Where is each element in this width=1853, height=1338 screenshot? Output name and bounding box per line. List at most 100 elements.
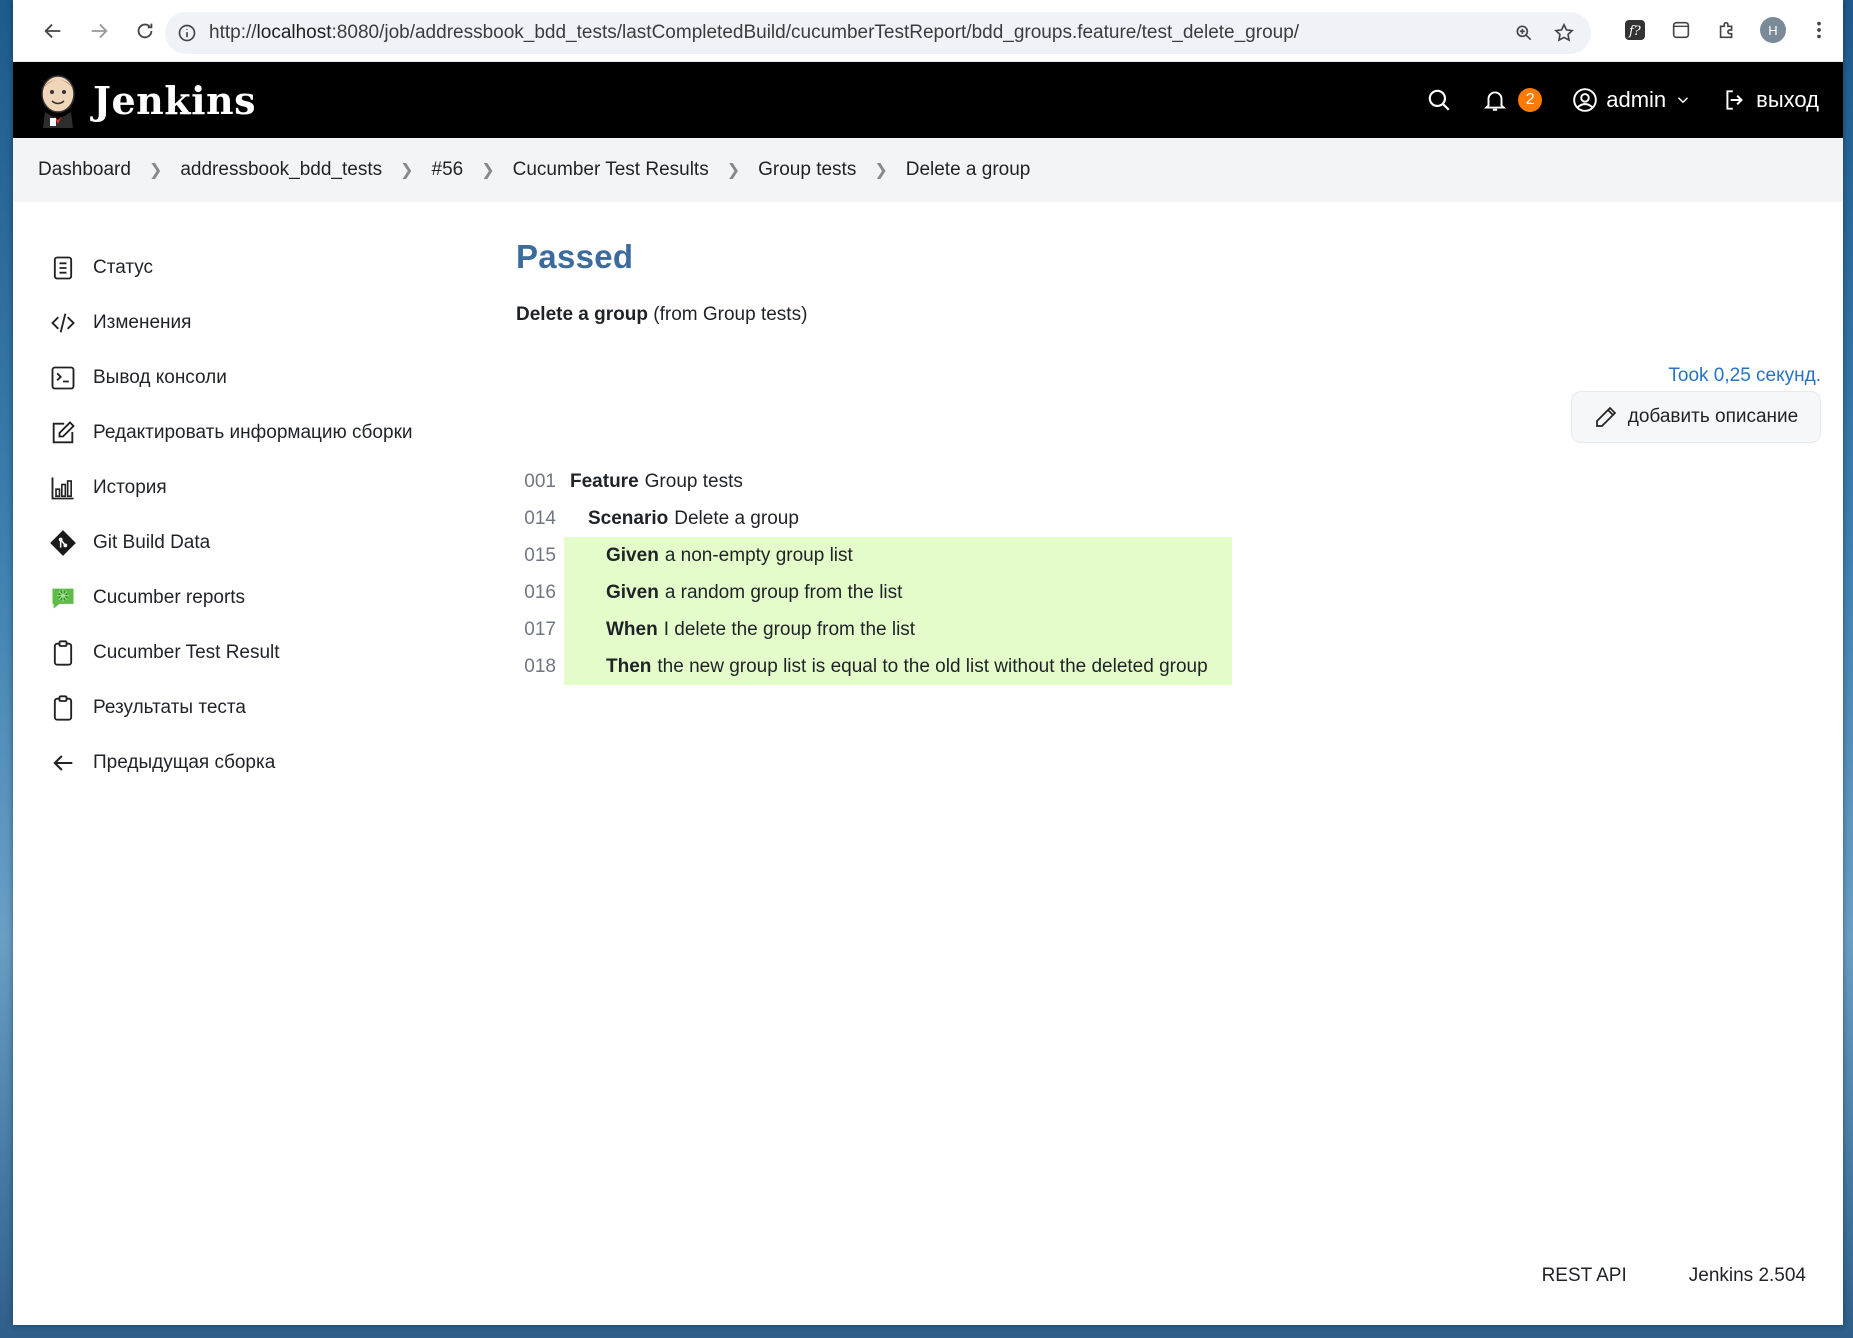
git-icon [47,527,79,559]
search-icon [1428,89,1450,111]
gherkin-listing: 001 Feature Group tests 014 Scenario Delet… [516,463,1232,685]
sidebar-item-label: Результаты теста [93,696,246,718]
status-icon [47,252,79,284]
address-bar[interactable]: http://localhost:8080/job/addressbook_bd… [165,12,1591,54]
sidebar-item-label: Git Build Data [93,531,211,553]
browser-menu-icon[interactable] [1805,16,1833,44]
zoom-icon[interactable] [1509,18,1539,48]
profile-avatar[interactable]: H [1759,16,1787,44]
line-number: 014 [524,507,556,529]
page-title: Passed [516,238,634,275]
back-button[interactable] [31,9,75,53]
gherkin-keyword: Given [606,544,659,566]
sidebar-item-history[interactable]: История [47,460,477,515]
breadcrumb-feature[interactable]: Group tests [758,159,856,181]
page-footer: REST API Jenkins 2.504 [1542,1265,1806,1287]
sidebar-item-label: Предыдущая сборка [93,751,276,773]
test-name: Delete a group [516,304,648,325]
chevron-down-icon [1678,97,1689,104]
sidebar-item-edit-build[interactable]: Редактировать информацию сборки [47,405,477,460]
browser-window: http://localhost:8080/job/addressbook_bd… [13,0,1843,1325]
breadcrumb-test-results[interactable]: Cucumber Test Results [513,159,709,181]
clipboard-icon [47,637,79,669]
gherkin-keyword: Given [606,581,659,603]
sidebar-item-label: Cucumber Test Result [93,641,280,663]
sidebar-item-label: Вывод консоли [93,366,227,388]
duration-link[interactable]: Took 0,25 секунд. [1668,365,1821,387]
gherkin-line: 014 Scenario Delete a group [516,500,1232,537]
sidebar-item-label: Редактировать информацию сборки [93,421,413,443]
chevron-right-icon: ❯ [874,162,888,179]
tab-search-icon[interactable] [1667,16,1695,44]
line-number: 015 [524,544,556,566]
sidebar-item-label: Изменения [93,311,192,333]
history-chart-icon [47,472,79,504]
bookmark-star-icon[interactable] [1549,18,1579,48]
gherkin-text: a non-empty group list [664,544,853,566]
sidebar-item-changes[interactable]: Изменения [47,295,477,350]
sidebar: Статус Изменения Вывод консоли Редактиро… [47,240,477,790]
forward-button[interactable] [77,9,121,53]
terminal-icon [47,362,79,394]
arrow-left-icon [47,747,79,779]
gherkin-step-passed: 015 Given a non-empty group list [516,537,1232,574]
logout-label: выход [1756,87,1819,112]
gherkin-text: a random group from the list [664,581,903,603]
gherkin-keyword: Feature [570,470,639,492]
notification-badge: 2 [1518,88,1543,112]
line-number: 018 [524,655,556,677]
reload-button[interactable] [123,9,167,53]
breadcrumb-dashboard[interactable]: Dashboard [38,159,131,181]
breadcrumb-scenario[interactable]: Delete a group [906,159,1031,181]
logout-button[interactable]: выход [1722,87,1819,113]
extension-fx-icon[interactable]: f? [1621,16,1649,44]
breadcrumb-build[interactable]: #56 [432,159,464,181]
sidebar-item-git-build-data[interactable]: Git Build Data [47,515,477,570]
sidebar-item-status[interactable]: Статус [47,240,477,295]
line-number: 001 [524,470,556,492]
extensions-puzzle-icon[interactable] [1713,16,1741,44]
sidebar-item-cucumber-test-result[interactable]: Cucumber Test Result [47,625,477,680]
chevron-right-icon: ❯ [726,162,741,179]
breadcrumb: Dashboard ❯ addressbook_bdd_tests ❯ #56 ❯ C… [13,138,1843,202]
pencil-icon [1595,406,1616,427]
add-description-button[interactable]: добавить описание [1571,391,1821,443]
sidebar-item-test-results[interactable]: Результаты теста [47,680,477,735]
user-menu[interactable]: admin [1572,87,1692,113]
cucumber-icon [47,582,79,614]
gherkin-step-passed: 016 Given a random group from the list [516,574,1232,611]
gherkin-keyword: When [606,618,658,640]
jenkins-home-link[interactable]: Jenkins [37,72,256,128]
gherkin-text: Group tests [644,470,743,492]
forward-arrow-icon [91,23,108,38]
gherkin-text: Delete a group [674,507,799,529]
gherkin-text: the new group list is equal to the old l… [657,655,1208,677]
logout-icon [1726,90,1744,110]
test-subtitle: Delete a group (from Group tests) [516,304,1821,326]
gherkin-keyword: Then [606,655,652,677]
gherkin-keyword: Scenario [588,507,669,529]
main-content: Passed Delete a group (from Group tests)… [516,238,1821,685]
back-arrow-icon [44,23,61,38]
site-info-icon[interactable] [165,23,209,43]
chevron-right-icon: ❯ [400,162,414,179]
rest-api-link[interactable]: REST API [1542,1265,1627,1287]
sidebar-item-console[interactable]: Вывод консоли [47,350,477,405]
jenkins-brand: Jenkins [93,77,257,123]
gherkin-step-passed: 018 Then the new group list is equal to t… [516,648,1232,685]
edit-icon [47,417,79,449]
gherkin-line: 001 Feature Group tests [516,463,1232,500]
browser-toolbar: http://localhost:8080/job/addressbook_bd… [13,0,1843,62]
code-icon [47,307,79,339]
jenkins-version-link[interactable]: Jenkins 2.504 [1689,1265,1806,1287]
user-circle-icon [1573,88,1598,112]
breadcrumb-job[interactable]: addressbook_bdd_tests [180,159,382,181]
notifications-button[interactable]: 2 [1482,87,1543,113]
line-number: 016 [524,581,556,603]
sidebar-item-previous-build[interactable]: Предыдущая сборка [47,735,477,790]
svg-text:f?: f? [1628,24,1642,39]
sidebar-item-label: История [93,476,167,498]
search-button[interactable] [1426,87,1452,113]
chevron-right-icon: ❯ [148,162,163,179]
sidebar-item-cucumber-reports[interactable]: Cucumber reports [47,570,477,625]
